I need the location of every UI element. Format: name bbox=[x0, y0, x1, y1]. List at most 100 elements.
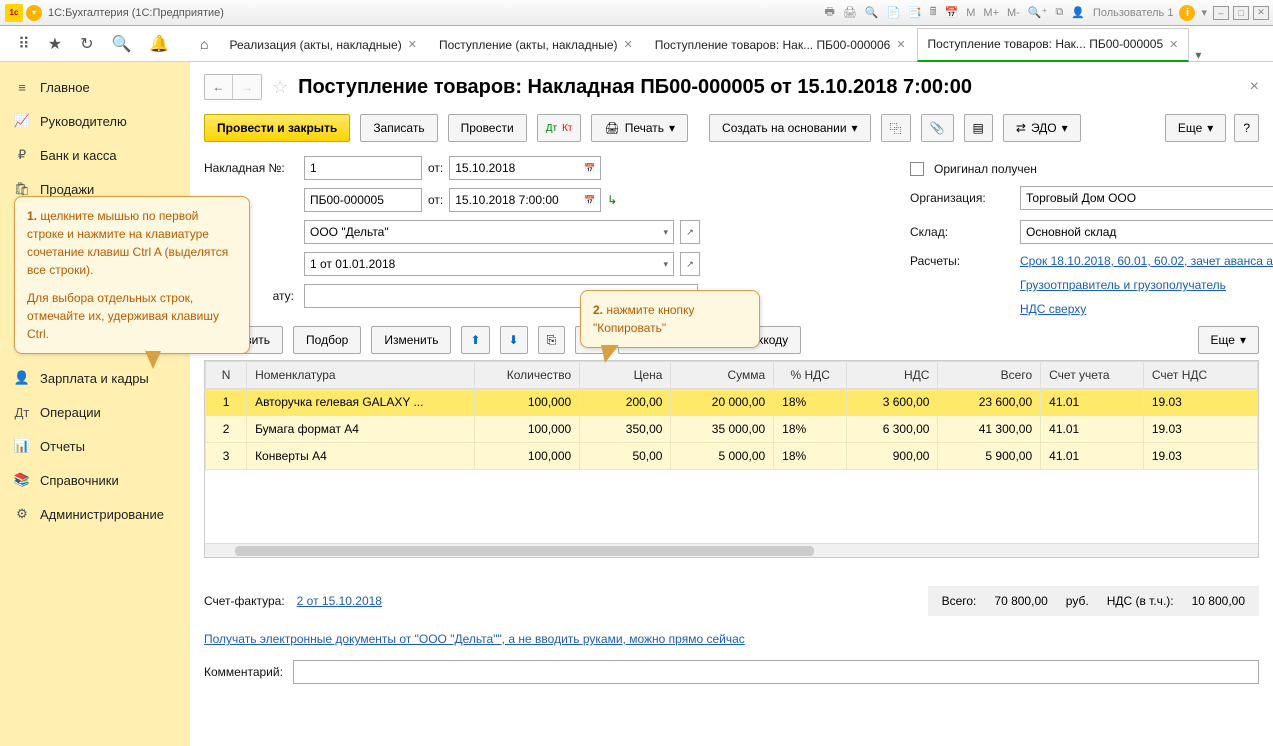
minimize-button[interactable]: – bbox=[1213, 6, 1229, 20]
open-ref-button[interactable]: ↗ bbox=[680, 252, 700, 276]
mem-minus[interactable]: M- bbox=[1005, 7, 1022, 19]
gruzo-link[interactable]: Грузоотправитель и грузополучатель bbox=[1020, 278, 1226, 292]
favorite-icon[interactable]: ★ bbox=[48, 34, 62, 54]
sidebar-item-operations[interactable]: ДтОперации bbox=[0, 395, 190, 429]
table-more-button[interactable]: Еще▾ bbox=[1198, 326, 1259, 354]
bell-icon[interactable]: 🔔 bbox=[149, 34, 169, 54]
mem-plus[interactable]: M+ bbox=[981, 7, 1001, 19]
col-pnds[interactable]: % НДС bbox=[774, 362, 847, 389]
sf-link[interactable]: 2 от 15.10.2018 bbox=[297, 594, 382, 608]
tab-postuplenie-list[interactable]: Поступление (акты, накладные)✕ bbox=[428, 28, 644, 62]
attach-button[interactable]: 📎 bbox=[921, 114, 954, 142]
h-scrollbar[interactable] bbox=[205, 543, 1258, 557]
sidebar-item-admin[interactable]: ⚙Администрирование bbox=[0, 497, 190, 531]
sidebar-item-hr[interactable]: 👤Зарплата и кадры bbox=[0, 361, 190, 395]
dogovor-input[interactable]: 1 от 01.01.2018▾ bbox=[304, 252, 674, 276]
search-icon[interactable]: 🔍 bbox=[863, 6, 881, 19]
doc-icon[interactable]: 📄 bbox=[885, 6, 903, 19]
edo-button[interactable]: ⇄ЭДО▾ bbox=[1003, 114, 1081, 142]
docs-icon[interactable]: 📑 bbox=[906, 6, 924, 19]
tab-realization[interactable]: Реализация (акты, накладные)✕ bbox=[218, 28, 427, 62]
home-icon[interactable]: ⌂ bbox=[190, 36, 218, 52]
mem-clear[interactable]: M bbox=[964, 7, 977, 19]
nakladnaya-date-input[interactable]: 15.10.2018📅 bbox=[449, 156, 601, 180]
info-icon[interactable]: i bbox=[1179, 5, 1195, 21]
provesti-zakryt-button[interactable]: Провести и закрыть bbox=[204, 114, 350, 142]
print-button[interactable]: 🖨Печать▾ bbox=[591, 114, 688, 142]
post-icon[interactable]: ↳ bbox=[607, 193, 617, 207]
contragent-input[interactable]: ООО "Дельта"▾ bbox=[304, 220, 674, 244]
maximize-button[interactable]: □ bbox=[1233, 6, 1249, 20]
info-dd[interactable]: ▾ bbox=[1199, 6, 1209, 19]
struct-button[interactable]: ⿻ bbox=[881, 114, 911, 142]
forward-button[interactable]: → bbox=[233, 75, 261, 99]
nds-link[interactable]: НДС сверху bbox=[1020, 302, 1086, 316]
user-name[interactable]: Пользователь 1 bbox=[1091, 7, 1176, 19]
print-icon[interactable]: 🖶 bbox=[822, 3, 836, 22]
favorite-star-icon[interactable]: ☆ bbox=[272, 77, 288, 98]
col-sum[interactable]: Сумма bbox=[671, 362, 774, 389]
calc-icon[interactable]: 🖩 bbox=[928, 3, 939, 22]
edo-offer-link[interactable]: Получать электронные документы от "ООО "… bbox=[204, 632, 745, 646]
tabs-overflow[interactable]: ▾ bbox=[1189, 48, 1207, 62]
raschety-link[interactable]: Срок 18.10.2018, 60.01, 60.02, зачет ава… bbox=[1020, 254, 1273, 268]
col-accnds[interactable]: Счет НДС bbox=[1143, 362, 1257, 389]
help-button[interactable]: ? bbox=[1234, 114, 1259, 142]
calendar-icon[interactable]: 📅 bbox=[580, 163, 595, 174]
sidebar-item-manager[interactable]: 📈Руководителю bbox=[0, 104, 190, 138]
col-n[interactable]: N bbox=[206, 362, 247, 389]
close-window-button[interactable]: ✕ bbox=[1253, 6, 1269, 20]
back-button[interactable]: ← bbox=[205, 75, 233, 99]
open-ref-button[interactable]: ↗ bbox=[680, 220, 700, 244]
more-button[interactable]: Еще▾ bbox=[1165, 114, 1226, 142]
move-up-button[interactable]: ⬆ bbox=[461, 326, 489, 354]
close-icon[interactable]: ✕ bbox=[408, 38, 417, 51]
printer-icon: 🖨 bbox=[604, 121, 619, 135]
dtct-button[interactable]: ДтКт bbox=[537, 114, 582, 142]
create-based-on-button[interactable]: Создать на основании▾ bbox=[709, 114, 871, 142]
col-nom[interactable]: Номенклатура bbox=[247, 362, 475, 389]
podbor-button[interactable]: Подбор bbox=[293, 326, 361, 354]
sidebar: ≡Главное 📈Руководителю ₽Банк и касса 🛍Пр… bbox=[0, 62, 190, 746]
windows-icon[interactable]: ⧉ bbox=[1053, 6, 1065, 19]
sklad-input[interactable]: Основной склад▾ bbox=[1020, 220, 1273, 244]
calendar-icon[interactable]: 📅 bbox=[943, 6, 961, 19]
sidebar-item-main[interactable]: ≡Главное bbox=[0, 70, 190, 104]
print2-icon[interactable]: 🖨 bbox=[841, 6, 859, 19]
provesti-button[interactable]: Провести bbox=[448, 114, 527, 142]
change-button[interactable]: Изменить bbox=[371, 326, 451, 354]
sidebar-item-catalogs[interactable]: 📚Справочники bbox=[0, 463, 190, 497]
doc-date-input[interactable]: 15.10.2018 7:00:00📅 bbox=[449, 188, 601, 212]
search-main-icon[interactable]: 🔍 bbox=[111, 34, 131, 54]
copy-button[interactable]: ⎘ bbox=[538, 326, 566, 354]
close-icon[interactable]: ✕ bbox=[624, 38, 633, 51]
calendar-icon[interactable]: 📅 bbox=[580, 195, 595, 206]
table-row[interactable]: 1Авторучка гелевая GALAXY ...100,000200,… bbox=[206, 389, 1258, 416]
tab-postuplenie-6[interactable]: Поступление товаров: Нак... ПБ00-000006✕ bbox=[644, 28, 917, 62]
col-nds[interactable]: НДС bbox=[847, 362, 938, 389]
col-acc[interactable]: Счет учета bbox=[1041, 362, 1144, 389]
sidebar-item-reports[interactable]: 📊Отчеты bbox=[0, 429, 190, 463]
sidebar-item-bank[interactable]: ₽Банк и касса bbox=[0, 138, 190, 172]
close-doc-icon[interactable]: × bbox=[1250, 78, 1259, 96]
close-icon[interactable]: ✕ bbox=[1169, 38, 1178, 51]
move-down-button[interactable]: ⬇ bbox=[500, 326, 528, 354]
col-qty[interactable]: Количество bbox=[475, 362, 580, 389]
nakladnaya-no-input[interactable]: 1 bbox=[304, 156, 422, 180]
zapisat-button[interactable]: Записать bbox=[360, 114, 437, 142]
original-checkbox[interactable] bbox=[910, 162, 924, 176]
table-row[interactable]: 2Бумага формат А4100,000350,0035 000,001… bbox=[206, 416, 1258, 443]
doc-no-input[interactable]: ПБ00-000005 bbox=[304, 188, 422, 212]
history-icon[interactable]: ↻ bbox=[80, 34, 93, 54]
zoom-icon[interactable]: 🔍⁺ bbox=[1026, 6, 1050, 19]
main-menu-dropdown[interactable]: ▾ bbox=[26, 5, 42, 21]
col-total[interactable]: Всего bbox=[938, 362, 1041, 389]
apps-icon[interactable]: ⠿ bbox=[18, 34, 30, 54]
table-row[interactable]: 3Конверты А4100,00050,005 000,0018%900,0… bbox=[206, 443, 1258, 470]
list-button[interactable]: ▤ bbox=[964, 114, 993, 142]
close-icon[interactable]: ✕ bbox=[896, 38, 905, 51]
col-price[interactable]: Цена bbox=[580, 362, 671, 389]
org-input[interactable]: Торговый Дом ООО▾ bbox=[1020, 186, 1273, 210]
tab-postuplenie-5[interactable]: Поступление товаров: Нак... ПБ00-000005✕ bbox=[917, 28, 1190, 62]
comment-input[interactable] bbox=[293, 660, 1259, 684]
